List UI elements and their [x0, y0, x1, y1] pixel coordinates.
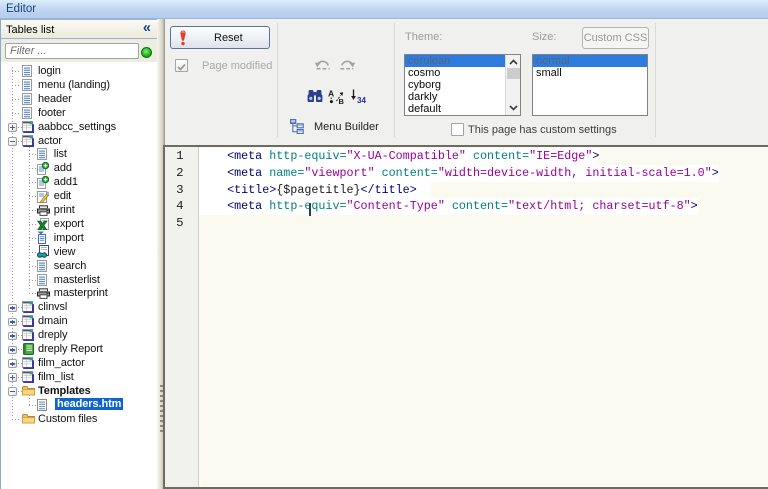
svg-text:A: A: [328, 89, 334, 99]
svg-text:34: 34: [357, 96, 366, 104]
svg-text:B: B: [339, 97, 345, 104]
